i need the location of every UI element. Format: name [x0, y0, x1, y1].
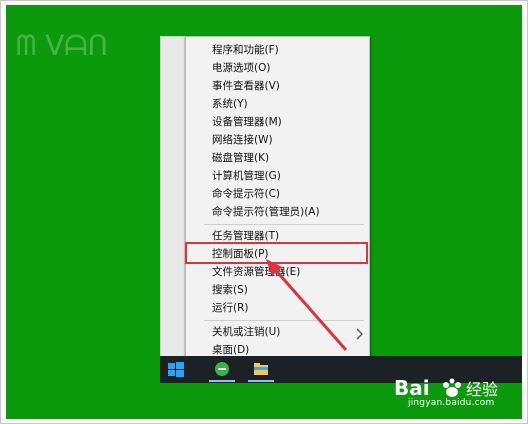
menu-item-power-options[interactable]: 电源选项(O)	[212, 59, 270, 77]
chevron-right-icon	[356, 328, 363, 340]
menu-item-network-connections[interactable]: 网络连接(W)	[212, 131, 273, 149]
menu-item-device-manager[interactable]: 设备管理器(M)	[212, 113, 282, 131]
taskbar-app-file-explorer[interactable]	[248, 358, 274, 382]
menu-item-command-prompt-admin[interactable]: 命令提示符(管理员)(A)	[212, 203, 320, 221]
folder-icon	[254, 363, 268, 375]
baidu-logo-text: 经验	[466, 380, 498, 399]
menu-edge-strip	[160, 36, 185, 361]
browser-icon	[215, 362, 229, 376]
svg-text:Bai: Bai	[394, 376, 430, 400]
menu-item-command-prompt[interactable]: 命令提示符(C)	[212, 185, 280, 203]
menu-item-programs-features[interactable]: 程序和功能(F)	[212, 41, 279, 59]
watermark-url: jingyan.baidu.com	[408, 398, 495, 408]
menu-item-system[interactable]: 系统(Y)	[212, 95, 248, 113]
menu-item-file-explorer[interactable]: 文件资源管理器(E)	[212, 263, 300, 281]
annotation-highlight-box	[185, 242, 368, 264]
menu-item-run[interactable]: 运行(R)	[212, 299, 249, 317]
menu-separator	[204, 224, 364, 225]
windows-start-icon[interactable]	[168, 362, 184, 378]
menu-item-search[interactable]: 搜索(S)	[212, 281, 248, 299]
menu-item-computer-management[interactable]: 计算机管理(G)	[212, 167, 281, 185]
menu-separator	[204, 320, 364, 321]
taskbar-app-browser[interactable]	[209, 358, 235, 382]
svg-text:ᗰ ᐯᗩᑎ: ᗰ ᐯᗩᑎ	[16, 29, 108, 62]
context-menu-winx: 程序和功能(F) 电源选项(O) 事件查看器(V) 系统(Y) 设备管理器(M)…	[185, 36, 370, 361]
menu-item-disk-management[interactable]: 磁盘管理(K)	[212, 149, 269, 167]
menu-item-shutdown-signout[interactable]: 关机或注销(U)	[212, 323, 280, 341]
menu-item-event-viewer[interactable]: 事件查看器(V)	[212, 77, 280, 95]
